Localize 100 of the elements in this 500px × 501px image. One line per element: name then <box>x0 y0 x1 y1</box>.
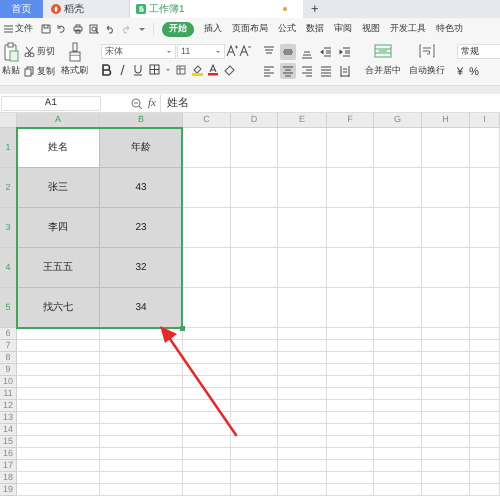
cell-style-icon[interactable] <box>176 64 187 76</box>
table-cell <box>183 448 231 460</box>
table-cell <box>327 248 374 288</box>
table-cell <box>278 412 327 424</box>
document-tab[interactable]: 稻壳 <box>43 0 130 18</box>
table-cell <box>327 412 374 424</box>
file-menu[interactable]: 文件 <box>4 22 33 36</box>
column-header[interactable]: F <box>327 113 374 128</box>
menu-tab[interactable]: 开发工具 <box>390 22 426 36</box>
table-cell: 找六七 <box>17 288 100 328</box>
row-header[interactable]: 19 <box>0 484 17 496</box>
fill-handle[interactable] <box>180 326 185 331</box>
menu-tab[interactable]: 公式 <box>278 22 296 36</box>
formula-field[interactable]: 姓名 <box>160 94 500 112</box>
paste-icon[interactable] <box>3 42 19 62</box>
table-cell <box>374 484 422 496</box>
table-cell <box>374 248 422 288</box>
table-cell <box>422 364 470 376</box>
undo-history-icon[interactable] <box>57 24 67 34</box>
decrease-font-icon[interactable] <box>239 44 251 57</box>
table-cell <box>470 248 500 288</box>
brush-icon[interactable] <box>68 42 82 62</box>
row-header[interactable]: 14 <box>0 424 17 436</box>
row-header[interactable]: 1 <box>0 128 17 168</box>
fill-color-icon[interactable] <box>192 64 203 76</box>
merge-cells-icon[interactable] <box>374 44 392 58</box>
table-cell <box>327 472 374 484</box>
print-preview-icon[interactable] <box>89 24 99 34</box>
wrap-text-button[interactable]: 自动换行 <box>409 64 445 78</box>
print-icon[interactable] <box>73 24 83 34</box>
menu-tab[interactable]: 数据 <box>306 22 324 36</box>
paste-button[interactable]: 粘贴 <box>2 64 20 78</box>
column-header[interactable]: I <box>470 113 500 128</box>
row-header[interactable]: 4 <box>0 248 17 288</box>
column-header[interactable]: D <box>231 113 278 128</box>
font-field[interactable]: 宋体 <box>101 44 176 59</box>
table-cell <box>422 448 470 460</box>
row-header[interactable]: 17 <box>0 460 17 472</box>
underline-icon[interactable] <box>133 64 144 76</box>
menu-tab[interactable]: 特色功 <box>436 22 463 36</box>
table-cell: 43 <box>100 168 183 208</box>
row-header[interactable]: 3 <box>0 208 17 248</box>
column-header[interactable]: H <box>422 113 470 128</box>
row-header[interactable]: 10 <box>0 376 17 388</box>
table-cell <box>231 328 278 340</box>
column-header[interactable]: A <box>17 113 100 128</box>
percent-button[interactable]: % <box>469 64 479 80</box>
row-header[interactable]: 12 <box>0 400 17 412</box>
table-cell <box>183 248 231 288</box>
row-header[interactable]: 6 <box>0 328 17 340</box>
undo-icon[interactable] <box>105 24 115 34</box>
row-header[interactable]: 11 <box>0 388 17 400</box>
row-header[interactable]: 16 <box>0 448 17 460</box>
table-cell <box>374 376 422 388</box>
row-header[interactable]: 9 <box>0 364 17 376</box>
column-header[interactable]: C <box>183 113 231 128</box>
row-header[interactable]: 7 <box>0 340 17 352</box>
merge-center-button[interactable]: 合并居中 <box>365 64 401 78</box>
zoom-icon[interactable] <box>131 98 142 108</box>
row-header[interactable]: 18 <box>0 472 17 484</box>
table-cell <box>231 448 278 460</box>
currency-button[interactable]: ¥ <box>457 64 464 80</box>
eraser-icon[interactable] <box>224 64 235 76</box>
row-header[interactable]: 8 <box>0 352 17 364</box>
table-cell <box>422 472 470 484</box>
table-cell: 王五五 <box>17 248 100 288</box>
row-header[interactable]: 5 <box>0 288 17 328</box>
new-tab-button[interactable]: + <box>311 0 319 19</box>
save-icon[interactable] <box>41 24 51 34</box>
table-cell <box>374 424 422 436</box>
table-cell <box>327 376 374 388</box>
document-tab[interactable]: 首页 <box>0 0 43 18</box>
column-header[interactable]: E <box>278 113 327 128</box>
borders-icon[interactable] <box>149 64 160 76</box>
menu-tab[interactable]: 页面布局 <box>232 22 268 36</box>
copy-button[interactable]: 复制 <box>24 64 55 78</box>
table-cell <box>374 288 422 328</box>
table-cell <box>231 352 278 364</box>
font-size-field[interactable]: 11 <box>177 44 225 59</box>
font-color-icon[interactable] <box>208 64 219 76</box>
align-middle-button[interactable] <box>280 44 296 60</box>
menu-tab[interactable]: 审阅 <box>334 22 352 36</box>
bold-icon[interactable] <box>101 64 112 76</box>
row-header[interactable]: 15 <box>0 436 17 448</box>
increase-font-icon[interactable] <box>226 44 238 57</box>
menu-tab[interactable]: 开始 <box>162 22 194 36</box>
column-header[interactable]: B <box>100 113 183 128</box>
table-cell <box>327 328 374 340</box>
format-painter-button[interactable]: 格式刷 <box>61 64 88 78</box>
menu-tab[interactable]: 视图 <box>362 22 380 36</box>
align-center-button[interactable] <box>280 63 296 79</box>
wrap-text-icon[interactable] <box>419 44 435 58</box>
cut-button[interactable]: 剪切 <box>24 45 55 58</box>
document-tab[interactable]: 工作簿1 <box>130 0 303 18</box>
column-header[interactable]: G <box>374 113 422 128</box>
name-box[interactable]: A1 <box>1 96 101 110</box>
row-header[interactable]: 2 <box>0 168 17 208</box>
menu-tab[interactable]: 插入 <box>204 22 222 36</box>
row-header[interactable]: 13 <box>0 412 17 424</box>
number-format-field[interactable]: 常规 <box>457 44 500 59</box>
